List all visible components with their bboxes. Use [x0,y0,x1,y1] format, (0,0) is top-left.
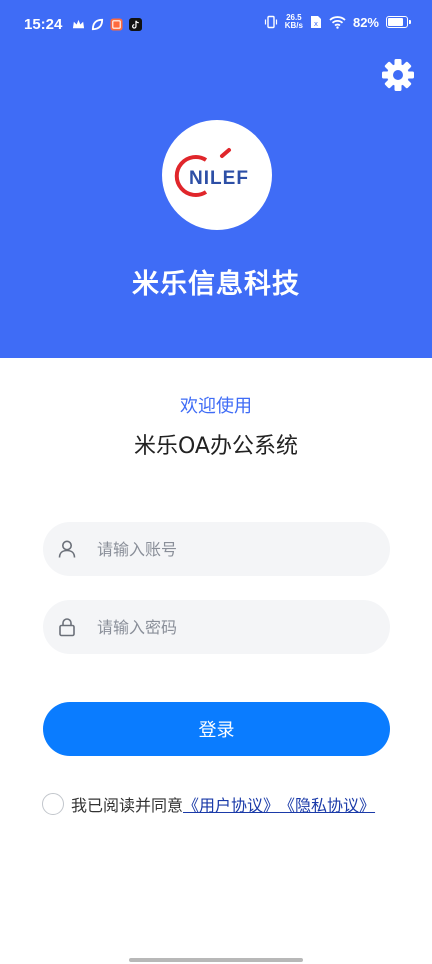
privacy-policy-link[interactable]: 《隐私协议》 [279,792,375,816]
status-time: 15:24 [24,16,63,33]
wifi-icon [329,16,346,29]
agreement-prefix: 我已阅读并同意 [71,796,184,815]
status-bar: 15:24 26.5 KB/s x 82% [0,0,432,52]
leaf-icon [92,18,104,31]
crown-icon [73,19,85,29]
status-left: 15:24 [24,16,143,33]
net-speed: 26.5 KB/s [285,14,303,30]
status-right: 26.5 KB/s x 82% [264,14,411,30]
sim-icon: x [310,16,321,28]
logo-text: NILEF [189,168,249,189]
agreement-row: 我已阅读并同意 《用户协议》 《隐私协议》 [42,792,375,816]
account-input[interactable] [95,538,365,560]
login-button[interactable]: 登录 [43,702,390,756]
battery-fill [388,18,403,26]
lock-icon [59,618,75,637]
company-name: 米乐信息科技 [132,269,300,300]
tiktok-icon [129,18,143,31]
app-badge-icon [110,18,123,31]
net-speed-unit: KB/s [284,21,303,30]
battery-percent: 82% [352,14,379,30]
company-logo: NILEF [162,120,272,230]
settings-gear-icon[interactable] [381,58,415,92]
battery-icon [386,16,411,28]
password-field[interactable] [43,600,390,654]
home-indicator[interactable] [129,958,303,962]
user-agreement-link[interactable]: 《用户协议》 [183,792,279,816]
welcome-text: 欢迎使用 [180,396,252,417]
user-icon [58,540,76,558]
agreement-checkbox[interactable] [42,793,64,815]
svg-text:x: x [314,20,318,28]
system-name: 米乐OA办公系统 [134,434,298,459]
account-field[interactable] [43,522,390,576]
vibrate-icon [264,15,277,29]
header-banner: 15:24 26.5 KB/s x 82% NILEF 米乐信息科技 [0,0,432,358]
password-input[interactable] [95,616,365,638]
company-logo-mark: NILEF [174,148,249,197]
